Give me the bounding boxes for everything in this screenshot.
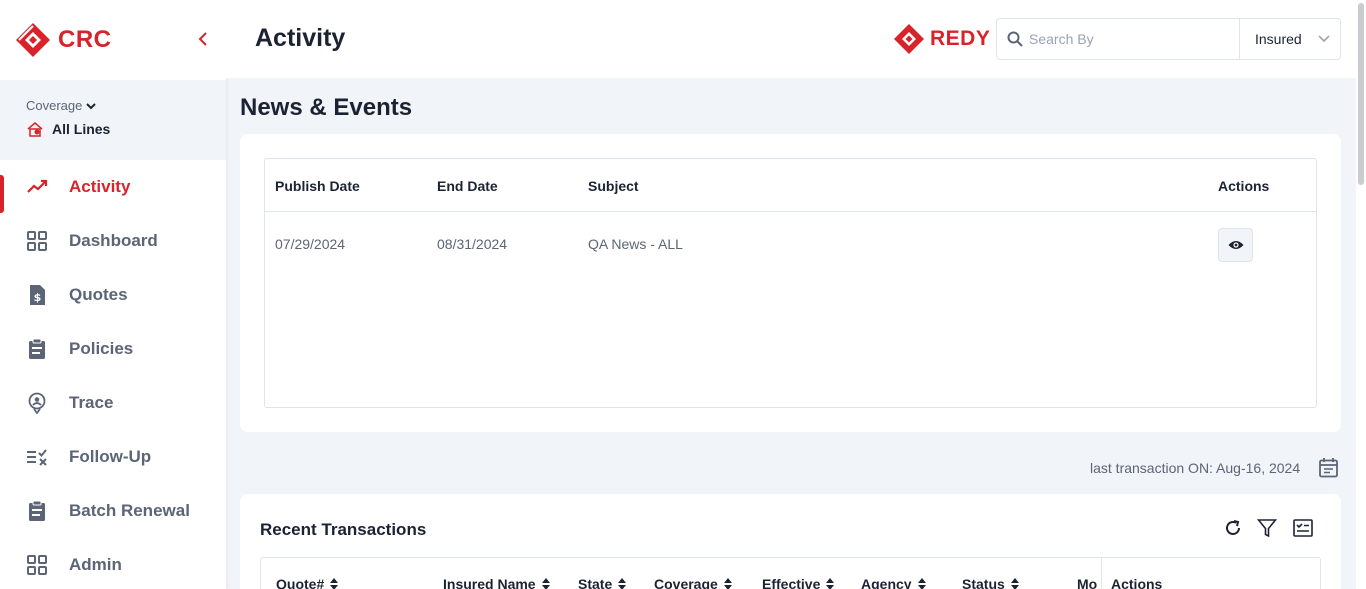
col-label: Coverage: [654, 576, 718, 589]
sidebar-item-label: Admin: [69, 555, 122, 574]
col-label: Mo: [1077, 576, 1098, 589]
location-pin-icon: [26, 392, 48, 414]
sort-icon: [826, 578, 835, 589]
sort-icon: [541, 578, 550, 589]
top-header: Activity REDY Insured: [226, 0, 1356, 78]
sidebar-item-batch-renewal[interactable]: Batch Renewal: [0, 484, 226, 538]
sort-icon: [618, 578, 627, 589]
sort-icon: [917, 578, 926, 589]
brand-header: CRC: [0, 0, 226, 80]
sidebar-item-label: Trace: [69, 393, 114, 412]
redy-logo-icon: [894, 24, 924, 54]
sidebar-item-dashboard[interactable]: Dashboard: [0, 214, 226, 268]
col-insured-name[interactable]: Insured Name: [443, 576, 550, 589]
col-label: Quote#: [276, 576, 325, 589]
clipboard-icon: [26, 338, 48, 360]
coverage-label-text: Coverage: [26, 98, 83, 113]
coverage-value-text: All Lines: [52, 121, 111, 137]
news-card: Publish Date End Date Subject Actions 07…: [240, 134, 1341, 432]
coverage-selector[interactable]: Coverage All Lines: [0, 80, 226, 160]
view-news-button[interactable]: [1218, 228, 1253, 262]
col-label: Agency: [861, 576, 912, 589]
col-publish-date: Publish Date: [275, 178, 360, 194]
coverage-value: All Lines: [26, 121, 200, 137]
sidebar-item-label: Dashboard: [69, 231, 158, 250]
scrollbar-thumb[interactable]: [1358, 3, 1364, 185]
sidebar-nav: Activity Dashboard $ Quotes Policies Tra…: [0, 160, 226, 589]
col-label: Actions: [1111, 576, 1163, 589]
search-input[interactable]: [1029, 20, 1239, 58]
col-effective[interactable]: Effective: [762, 576, 835, 589]
last-transaction-text: last transaction ON: Aug-16, 2024: [1090, 460, 1301, 476]
col-label: Status: [962, 576, 1005, 589]
page-scrollbar[interactable]: [1356, 0, 1366, 589]
recent-transactions-title: Recent Transactions: [260, 520, 427, 539]
col-label: Effective: [762, 576, 821, 589]
col-status[interactable]: Status: [962, 576, 1019, 589]
collapse-sidebar-button[interactable]: [198, 30, 212, 50]
col-state[interactable]: State: [578, 576, 627, 589]
clipboard-icon: [26, 500, 48, 522]
sidebar-item-label: Follow-Up: [69, 447, 152, 466]
chevron-down-icon: [86, 102, 97, 109]
house-icon: [27, 122, 43, 137]
publish-date-cell: 07/29/2024: [275, 236, 346, 252]
redy-logo-text: REDY: [930, 27, 991, 50]
col-end-date: End Date: [437, 178, 498, 194]
search-bar: Insured: [996, 18, 1341, 60]
sidebar-item-policies[interactable]: Policies: [0, 322, 226, 376]
col-modified[interactable]: Mo: [1077, 576, 1097, 589]
sort-icon: [330, 578, 339, 589]
col-label: State: [578, 576, 613, 589]
quote-doc-icon: $: [26, 284, 48, 306]
calendar-icon[interactable]: [1318, 457, 1339, 478]
grid-icon: [26, 554, 48, 576]
sidebar-item-activity[interactable]: Activity: [0, 160, 226, 214]
col-agency[interactable]: Agency: [861, 576, 926, 589]
refresh-icon[interactable]: [1223, 518, 1243, 538]
filter-icon[interactable]: [1257, 518, 1277, 538]
col-actions: Actions: [1218, 178, 1270, 194]
chevron-down-icon: [1318, 35, 1330, 43]
recent-transactions-table: Quote# Insured Name State Coverage Effec…: [260, 557, 1321, 589]
sidebar-item-quotes[interactable]: $ Quotes: [0, 268, 226, 322]
sidebar-item-follow-up[interactable]: Follow-Up: [0, 430, 226, 484]
trend-up-icon: [26, 176, 48, 198]
sort-icon: [1010, 578, 1019, 589]
sidebar: CRC Coverage All Lines Activity Dashboar…: [0, 0, 226, 589]
grid-icon: [26, 230, 48, 252]
col-subject: Subject: [588, 178, 639, 194]
end-date-cell: 08/31/2024: [437, 236, 508, 252]
sidebar-item-admin[interactable]: Admin: [0, 538, 226, 589]
column-select-icon[interactable]: [1293, 518, 1313, 538]
sidebar-item-label: Batch Renewal: [69, 501, 190, 520]
col-coverage[interactable]: Coverage: [654, 576, 732, 589]
crc-logo-icon: [16, 23, 50, 57]
sidebar-item-label: Policies: [69, 339, 134, 358]
news-table: Publish Date End Date Subject Actions 07…: [264, 158, 1317, 408]
col-label: Insured Name: [443, 576, 536, 589]
coverage-label: Coverage: [26, 98, 200, 113]
sidebar-item-trace[interactable]: Trace: [0, 376, 226, 430]
sidebar-item-label: Quotes: [69, 285, 128, 304]
news-section-title: News & Events: [240, 94, 413, 121]
brand-name: CRC: [58, 26, 112, 53]
search-scope-value: Insured: [1255, 31, 1302, 47]
svg-text:$: $: [34, 291, 42, 304]
col-actions-sticky: Actions: [1101, 558, 1320, 589]
col-quote-number[interactable]: Quote#: [276, 576, 339, 589]
chevron-left-icon: [198, 32, 207, 46]
news-table-header: Publish Date End Date Subject Actions: [265, 159, 1316, 212]
eye-icon: [1228, 241, 1243, 249]
search-icon: [1007, 31, 1023, 47]
redy-logo: REDY: [894, 24, 990, 54]
table-row: 07/29/2024 08/31/2024 QA News - ALL: [265, 212, 1316, 277]
recent-transactions-card: Recent Transactions Quote# Insured Name …: [240, 494, 1341, 589]
search-scope-select[interactable]: Insured: [1239, 19, 1340, 59]
subject-cell: QA News - ALL: [588, 236, 683, 252]
sidebar-item-label: Activity: [69, 177, 131, 196]
list-check-icon: [26, 446, 48, 468]
sort-icon: [723, 578, 732, 589]
page-title: Activity: [255, 24, 346, 52]
